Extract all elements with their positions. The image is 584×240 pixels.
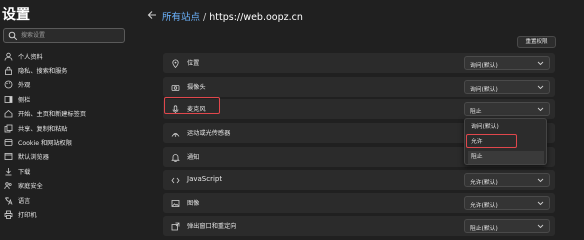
select-value: 询问(默认) — [470, 63, 498, 69]
permission-label: 运动或光传感器 — [187, 130, 231, 137]
lock-icon — [4, 66, 13, 75]
sidebar-item-printer[interactable]: 打印机 — [0, 207, 132, 221]
chevron-down-icon — [537, 61, 544, 66]
select-value: 允许(默认) — [470, 203, 498, 209]
permission-label: 图像 — [187, 200, 200, 207]
image-icon — [171, 199, 180, 208]
images-select[interactable]: 允许(默认) — [464, 196, 550, 210]
download-icon — [4, 167, 13, 176]
allow-option-highlight-box — [466, 134, 517, 148]
sensor-icon — [171, 129, 180, 138]
sidebar-item-label: 默认浏览器 — [18, 154, 49, 162]
sidebar-item-downloads[interactable]: 下载 — [0, 164, 132, 178]
select-value: 阻止 — [470, 109, 482, 115]
sidebar-item-start-home[interactable]: 开始、主页和新建标签页 — [0, 107, 132, 121]
sidebar-item-label: 外观 — [18, 82, 31, 90]
sidebar-item-label: Cookie 和网站权限 — [18, 140, 72, 148]
permission-row-images: 图像 允许(默认) — [163, 193, 555, 213]
person-icon — [4, 52, 13, 61]
permission-row-camera: 摄像头 询问(默认) — [163, 77, 555, 97]
breadcrumb-current-site: https://web.oopz.cn — [209, 12, 303, 23]
back-arrow-icon[interactable] — [146, 9, 158, 21]
permission-label: 通知 — [187, 154, 200, 161]
breadcrumb-all-sites-link[interactable]: 所有站点 — [162, 12, 200, 23]
select-value: 询问(默认) — [470, 87, 498, 93]
home-icon — [4, 109, 13, 118]
sidebar-item-cookies[interactable]: Cookie 和网站权限 — [0, 135, 132, 149]
dropdown-option-block[interactable]: 阻止 — [468, 151, 544, 164]
breadcrumb-separator: / — [200, 12, 210, 23]
chevron-down-icon — [537, 224, 544, 229]
camera-select[interactable]: 询问(默认) — [464, 80, 550, 94]
microphone-highlight-box — [164, 97, 220, 114]
bell-icon — [171, 153, 180, 162]
printer-icon — [4, 210, 13, 219]
language-icon — [4, 196, 13, 205]
sidebar-item-sidebar[interactable]: 侧栏 — [0, 92, 132, 106]
sidebar: 设置 个人资料 隐私、搜索和服务 外观 侧栏 开始、主页和新建标签页 — [0, 0, 132, 232]
appearance-icon — [4, 80, 13, 89]
sidebar-item-label: 语言 — [18, 197, 31, 205]
sidebar-item-default-browser[interactable]: 默认浏览器 — [0, 150, 132, 164]
sidebar-item-label: 个人资料 — [18, 53, 43, 61]
permission-label: 摄像头 — [187, 84, 206, 91]
browser-icon — [4, 152, 13, 161]
sidebar-icon — [4, 95, 13, 104]
permission-label: JavaScript — [187, 175, 223, 183]
permission-row-popups: 弹出窗口和重定向 阻止(默认) — [163, 216, 555, 236]
page-title: 设置 — [2, 7, 30, 23]
popup-icon — [171, 222, 180, 231]
dropdown-option-ask[interactable]: 询问(默认) — [468, 121, 544, 134]
sidebar-item-appearance[interactable]: 外观 — [0, 78, 132, 92]
sidebar-item-share[interactable]: 共享、复制和粘贴 — [0, 121, 132, 135]
select-value: 阻止(默认) — [470, 226, 498, 232]
share-icon — [4, 124, 13, 133]
sidebar-item-label: 家庭安全 — [18, 183, 43, 191]
search-input[interactable] — [21, 30, 121, 41]
permission-label: 弹出窗口和重定向 — [187, 223, 237, 230]
chevron-down-icon — [537, 178, 544, 183]
search-box[interactable] — [3, 28, 125, 43]
family-icon — [4, 181, 13, 190]
javascript-select[interactable]: 允许(默认) — [464, 173, 550, 187]
permission-row-microphone: 麦克风 阻止 — [163, 99, 555, 119]
permission-row-location: 位置 询问(默认) — [163, 53, 555, 73]
popups-select[interactable]: 阻止(默认) — [464, 219, 550, 233]
sidebar-item-label: 打印机 — [18, 211, 37, 219]
sidebar-item-label: 开始、主页和新建标签页 — [18, 111, 87, 119]
camera-icon — [171, 83, 180, 92]
microphone-select[interactable]: 阻止 — [464, 102, 550, 116]
sidebar-item-language[interactable]: 语言 — [0, 193, 132, 207]
location-icon — [171, 59, 180, 68]
sidebar-item-profile[interactable]: 个人资料 — [0, 49, 132, 63]
breadcrumb: 所有站点 / https://web.oopz.cn — [162, 9, 303, 23]
chevron-down-icon — [537, 107, 544, 112]
location-select[interactable]: 询问(默认) — [464, 56, 550, 70]
sidebar-item-family[interactable]: 家庭安全 — [0, 179, 132, 193]
sidebar-item-label: 侧栏 — [18, 96, 31, 104]
permission-row-javascript: JavaScript 允许(默认) — [163, 170, 555, 190]
sidebar-item-privacy[interactable]: 隐私、搜索和服务 — [0, 63, 132, 77]
sidebar-item-label: 下载 — [18, 168, 31, 176]
sidebar-nav: 个人资料 隐私、搜索和服务 外观 侧栏 开始、主页和新建标签页 共享、复制和粘贴… — [0, 49, 132, 222]
code-icon — [171, 176, 180, 185]
permission-label: 位置 — [187, 60, 200, 67]
search-icon — [8, 31, 18, 41]
cookie-icon — [4, 138, 13, 147]
chevron-down-icon — [537, 85, 544, 90]
select-value: 允许(默认) — [470, 180, 498, 186]
sidebar-item-label: 隐私、搜索和服务 — [18, 68, 68, 76]
sidebar-item-label: 共享、复制和粘贴 — [18, 125, 68, 133]
reset-permissions-button[interactable]: 重置权限 — [517, 36, 556, 48]
chevron-down-icon — [537, 201, 544, 206]
